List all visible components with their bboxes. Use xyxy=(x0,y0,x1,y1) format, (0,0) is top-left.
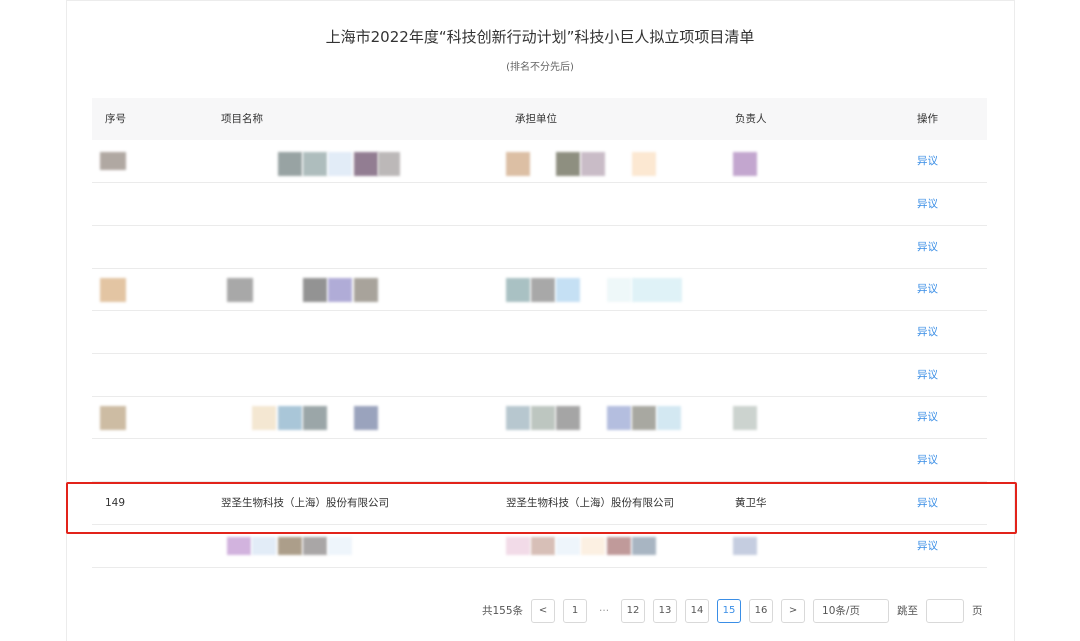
redacted-block xyxy=(632,537,656,555)
redacted-block xyxy=(354,278,378,302)
objection-link[interactable]: 异议 xyxy=(917,439,938,481)
redacted-block xyxy=(733,537,757,555)
table-row: 异议 xyxy=(92,226,987,269)
redacted-block xyxy=(607,537,631,555)
goto-label: 跳至 xyxy=(897,605,919,617)
redacted-block xyxy=(328,278,352,302)
table-row: 异议 xyxy=(92,439,987,482)
redacted-block xyxy=(252,406,276,430)
pagination-ellipsis[interactable]: ··· xyxy=(595,599,613,623)
header-project: 项目名称 xyxy=(221,113,263,125)
objection-link[interactable]: 异议 xyxy=(917,268,938,310)
table-row: 异议 xyxy=(92,140,987,183)
redacted-block xyxy=(556,278,580,302)
table-header: 序号 项目名称 承担单位 负责人 操作 xyxy=(92,98,987,140)
redacted-block xyxy=(354,406,378,430)
redacted-block xyxy=(252,537,276,555)
header-owner: 负责人 xyxy=(735,113,767,125)
table-row: 异议 xyxy=(92,354,987,397)
table-row: 异议 xyxy=(92,396,987,439)
redacted-block xyxy=(607,278,631,302)
redacted-block xyxy=(607,406,631,430)
page-button-15-active[interactable]: 15 xyxy=(717,599,742,623)
objection-link[interactable]: 异议 xyxy=(917,140,938,182)
goto-suffix: 页 xyxy=(972,605,983,617)
redacted-block xyxy=(303,278,327,302)
table-row: 异议 xyxy=(92,311,987,354)
redacted-block xyxy=(278,537,302,555)
page-button-1[interactable]: 1 xyxy=(563,599,588,623)
redacted-block xyxy=(227,278,253,302)
redacted-block xyxy=(556,537,580,555)
redacted-block xyxy=(733,152,757,176)
page-button-12[interactable]: 12 xyxy=(621,599,646,623)
redacted-block xyxy=(506,278,530,302)
redacted-block xyxy=(100,406,126,430)
redacted-block xyxy=(278,406,302,430)
page-button-13[interactable]: 13 xyxy=(653,599,678,623)
prev-page-button[interactable]: < xyxy=(531,599,556,623)
highlight-box xyxy=(66,482,1017,534)
redacted-block xyxy=(531,278,555,302)
redacted-block xyxy=(531,406,555,430)
table-row: 异议 xyxy=(92,268,987,311)
redacted-block xyxy=(328,537,352,555)
redacted-block xyxy=(506,152,530,176)
redacted-block xyxy=(100,152,126,170)
redacted-block xyxy=(657,406,681,430)
redacted-block xyxy=(227,537,251,555)
objection-link[interactable]: 异议 xyxy=(917,311,938,353)
header-unit: 承担单位 xyxy=(515,113,557,125)
redacted-block xyxy=(303,537,327,555)
redacted-block xyxy=(303,406,327,430)
redacted-block xyxy=(303,152,327,176)
redacted-block xyxy=(506,406,530,430)
redacted-block xyxy=(733,406,757,430)
page-button-16[interactable]: 16 xyxy=(749,599,774,623)
redacted-block xyxy=(328,152,352,176)
redacted-block xyxy=(632,152,656,176)
redacted-block xyxy=(581,537,605,555)
redacted-block xyxy=(581,152,605,176)
redacted-block xyxy=(632,278,682,302)
redacted-block xyxy=(556,406,580,430)
redacted-block xyxy=(278,152,302,176)
next-page-button[interactable]: > xyxy=(781,599,806,623)
redacted-block xyxy=(100,278,126,302)
table-row: 异议 xyxy=(92,183,987,226)
header-index: 序号 xyxy=(105,113,126,125)
page-subtitle: (排名不分先后) xyxy=(506,62,574,73)
pagination: 共155条 < 1 ··· 12 13 14 15 16 > 10条/页 跳至 … xyxy=(482,599,983,623)
page-size-select[interactable]: 10条/页 xyxy=(813,599,890,623)
objection-link[interactable]: 异议 xyxy=(917,183,938,225)
redacted-block xyxy=(506,537,530,555)
goto-page-input[interactable] xyxy=(926,599,965,623)
redacted-block xyxy=(378,152,400,176)
page-title: 上海市2022年度“科技创新行动计划”科技小巨人拟立项项目清单 xyxy=(325,28,755,46)
redacted-block xyxy=(531,537,555,555)
objection-link[interactable]: 异议 xyxy=(917,354,938,396)
redacted-block xyxy=(556,152,580,176)
pagination-total: 共155条 xyxy=(482,605,524,617)
objection-link[interactable]: 异议 xyxy=(917,226,938,268)
redacted-block xyxy=(632,406,656,430)
redacted-block xyxy=(354,152,378,176)
header-action: 操作 xyxy=(917,113,938,125)
objection-link[interactable]: 异议 xyxy=(917,396,938,438)
page-button-14[interactable]: 14 xyxy=(685,599,710,623)
